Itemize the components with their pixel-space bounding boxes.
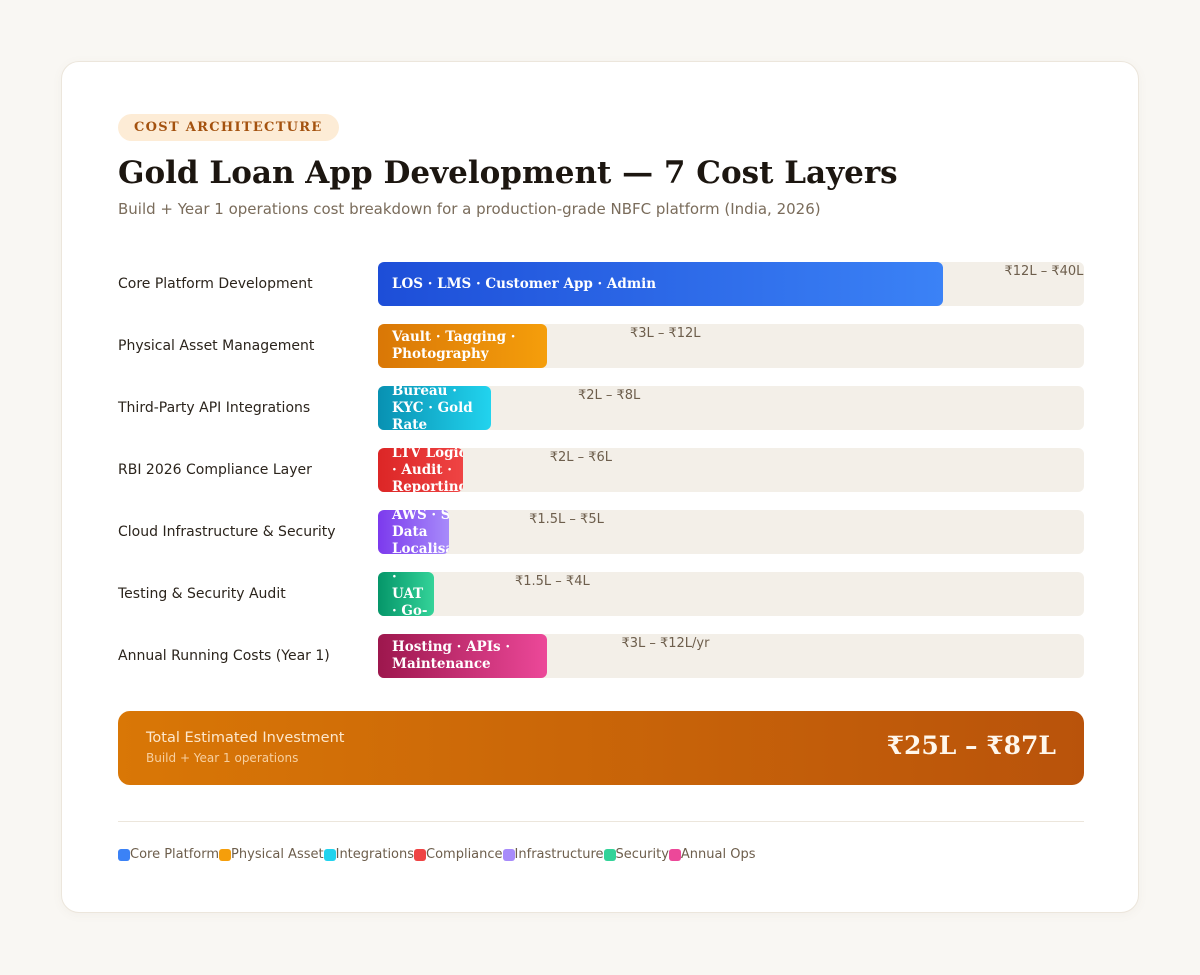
bar-fill: Bureau · KYC · Gold Rate: [378, 386, 491, 430]
page-subtitle: Build + Year 1 operations cost breakdown…: [118, 200, 821, 218]
bar-fill: VAPT · UAT · Go-Live: [378, 572, 435, 616]
legend-swatch: [118, 848, 130, 861]
bar-range-label: ₹1.5L – ₹4L: [514, 574, 590, 589]
bar-fill-label: LOS · LMS · Customer App · Admin: [392, 275, 657, 292]
bar-fill: Hosting · APIs · Maintenance: [378, 634, 548, 678]
legend-item: Security: [603, 847, 669, 862]
bar-row: Physical Asset Management Vault · Tagging…: [118, 324, 1084, 368]
bar-fill-label: Vault · Tagging · Photography: [392, 329, 516, 362]
cost-card: COST ARCHITECTURE Gold Loan App Developm…: [61, 61, 1139, 913]
bar-row: Core Platform Development LOS · LMS · Cus…: [118, 262, 1084, 306]
bar-category-label: Cloud Infrastructure & Security: [118, 524, 336, 540]
legend-label: Security: [615, 847, 669, 862]
legend-label: Physical Asset: [231, 847, 324, 862]
legend-label: Annual Ops: [680, 847, 756, 862]
legend-label: Core Platform: [130, 847, 220, 862]
bar-track: AWS · SSL · Data Localisation ₹1.5L – ₹5L: [378, 510, 1084, 554]
legend-swatch: [414, 848, 427, 861]
bar-range-label: ₹3L – ₹12L: [629, 326, 701, 341]
section-badge: COST ARCHITECTURE: [118, 114, 339, 141]
bar-category-label: Testing & Security Audit: [118, 586, 286, 602]
bar-fill: AWS · SSL · Data Localisation: [378, 510, 449, 554]
bar-fill-label: AWS · SSL · Data Localisation: [392, 510, 449, 554]
legend-swatch: [323, 848, 336, 861]
legend-swatch: [219, 848, 232, 861]
bar-range-label: ₹1.5L – ₹5L: [529, 512, 604, 527]
total-investment-banner: Total Estimated Investment Build + Year …: [118, 711, 1084, 785]
legend-item: Compliance: [414, 847, 503, 862]
bar-track: LOS · LMS · Customer App · Admin ₹12L – ₹…: [378, 262, 1084, 306]
bar-track: VAPT · UAT · Go-Live ₹1.5L – ₹4L: [378, 572, 1084, 616]
bar-category-label: Third-Party API Integrations: [118, 400, 311, 416]
bar-range-label: ₹2L – ₹8L: [577, 388, 641, 403]
bar-fill: LOS · LMS · Customer App · Admin: [378, 262, 943, 306]
page-title: Gold Loan App Development — 7 Cost Layer…: [118, 155, 898, 191]
legend-item: Physical Asset: [219, 847, 324, 862]
bar-row: RBI 2026 Compliance Layer LTV Logic · Aud…: [118, 448, 1084, 492]
bar-track: Bureau · KYC · Gold Rate ₹2L – ₹8L: [378, 386, 1084, 430]
legend-swatch: [502, 848, 515, 861]
divider: [118, 821, 1084, 822]
bar-range-label: ₹12L – ₹40L: [1004, 264, 1084, 279]
bar-fill: LTV Logic · Audit · Reporting: [378, 448, 463, 492]
bar-fill-label: Hosting · APIs · Maintenance: [392, 639, 511, 672]
legend-label: Integrations: [335, 847, 415, 862]
bar-track: Vault · Tagging · Photography ₹3L – ₹12L: [378, 324, 1084, 368]
bar-range-label: ₹2L – ₹6L: [549, 450, 613, 465]
total-value: ₹25L – ₹87L: [886, 731, 1056, 760]
bar-row: Annual Running Costs (Year 1) Hosting · A…: [118, 634, 1084, 678]
cost-bar-chart: Core Platform Development LOS · LMS · Cus…: [118, 262, 1084, 696]
bar-fill: Vault · Tagging · Photography: [378, 324, 548, 368]
legend-item: Annual Ops: [668, 847, 756, 862]
bar-range-label: ₹3L – ₹12L/yr: [621, 636, 710, 651]
total-sublabel: Build + Year 1 operations: [146, 751, 299, 765]
bar-fill-label: LTV Logic · Audit · Reporting: [392, 448, 463, 492]
legend-swatch: [668, 848, 681, 861]
bar-category-label: RBI 2026 Compliance Layer: [118, 462, 312, 478]
chart-legend: Core Platform Physical Asset Integrations C…: [118, 847, 756, 862]
legend-label: Compliance: [426, 847, 503, 862]
legend-item: Core Platform: [118, 847, 219, 862]
legend-item: Integrations: [323, 847, 415, 862]
bar-row: Testing & Security Audit VAPT · UAT · Go-…: [118, 572, 1084, 616]
bar-fill-label: VAPT · UAT · Go-Live: [392, 572, 428, 616]
bar-track: LTV Logic · Audit · Reporting ₹2L – ₹6L: [378, 448, 1084, 492]
legend-swatch: [603, 848, 616, 861]
legend-label: Infrastructure: [514, 847, 604, 862]
bar-category-label: Core Platform Development: [118, 276, 313, 292]
bar-track: Hosting · APIs · Maintenance ₹3L – ₹12L/y…: [378, 634, 1084, 678]
bar-row: Third-Party API Integrations Bureau · KYC…: [118, 386, 1084, 430]
total-label: Total Estimated Investment: [146, 730, 345, 746]
bar-category-label: Physical Asset Management: [118, 338, 315, 354]
bar-row: Cloud Infrastructure & Security AWS · SSL…: [118, 510, 1084, 554]
legend-item: Infrastructure: [502, 847, 604, 862]
bar-category-label: Annual Running Costs (Year 1): [118, 648, 330, 664]
bar-fill-label: Bureau · KYC · Gold Rate: [392, 386, 473, 430]
